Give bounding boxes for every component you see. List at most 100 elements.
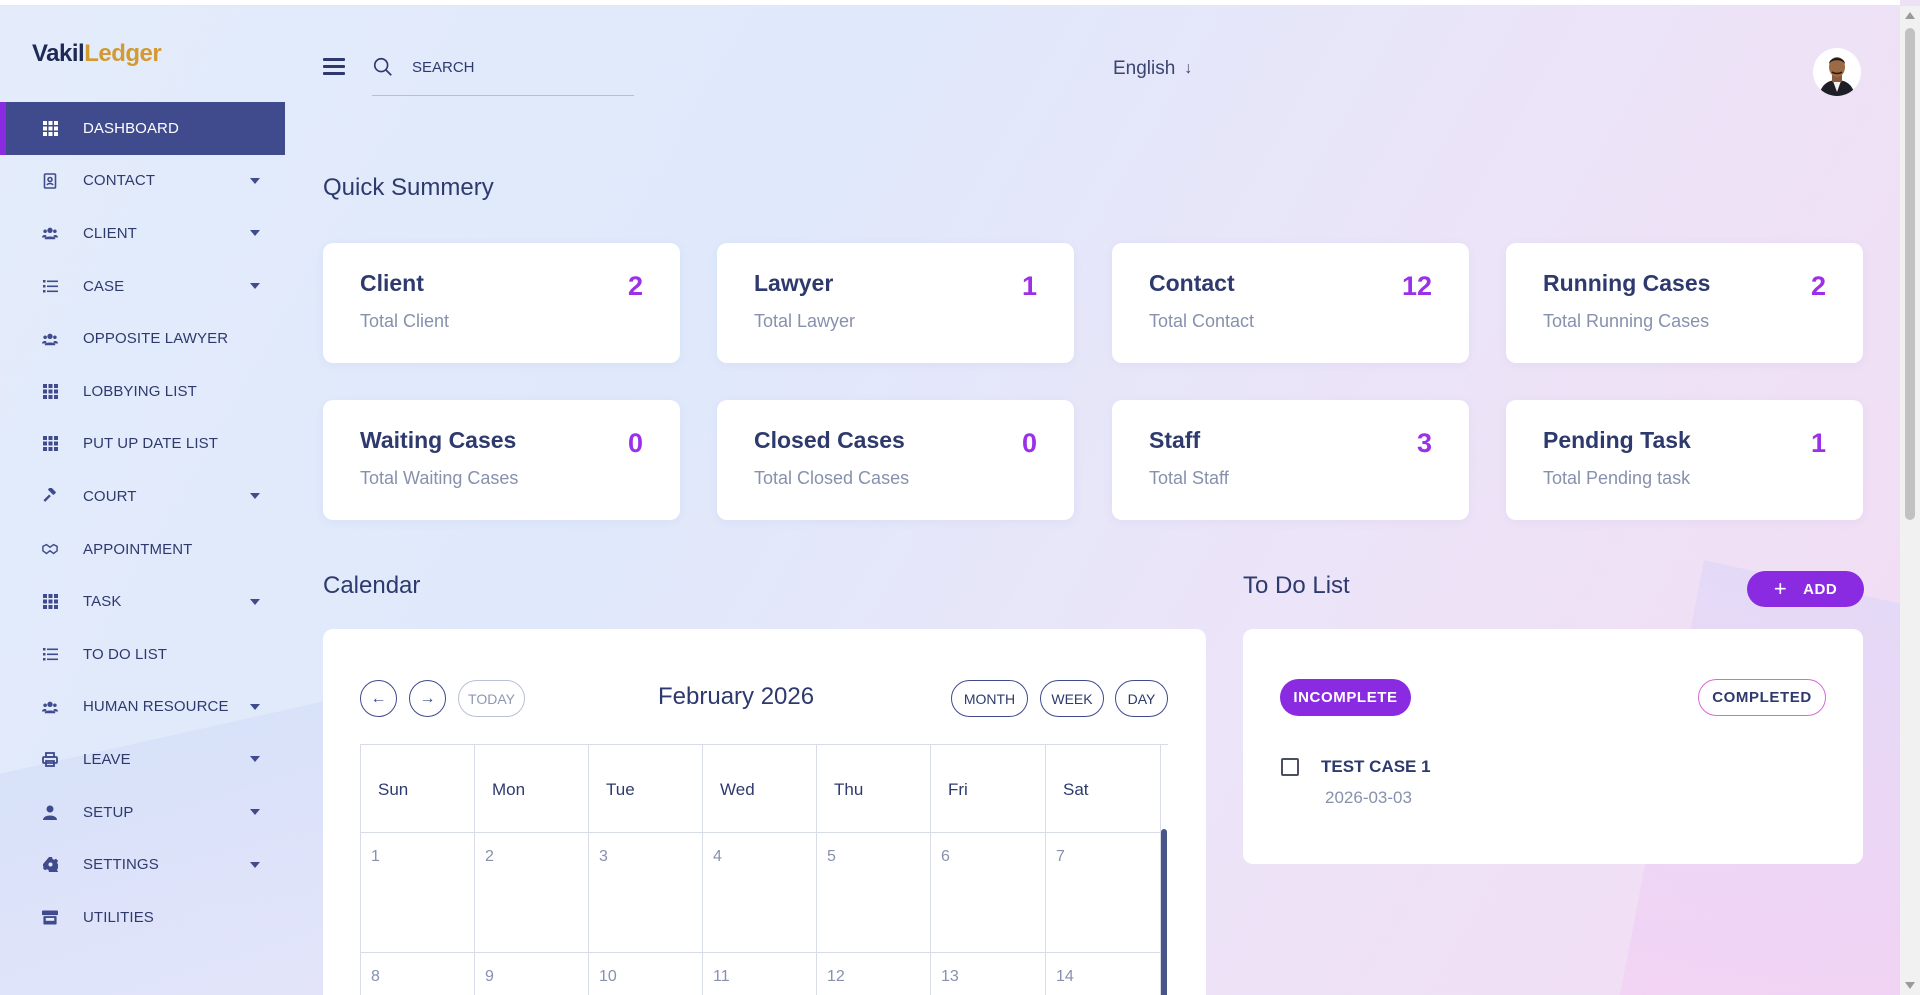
calendar-day[interactable]: 14	[1046, 953, 1161, 995]
card-value: 1	[1810, 428, 1826, 458]
card-value: 1	[1021, 271, 1037, 301]
scrollbar-thumb[interactable]	[1905, 28, 1915, 520]
arrow-right-icon: →	[419, 689, 436, 707]
sidebar-item-label: OPPOSITE LAWYER	[83, 330, 229, 348]
caret-down-icon[interactable]	[250, 493, 260, 500]
next-month-button[interactable]: →	[409, 680, 446, 717]
language-selector[interactable]: English ↓	[1113, 58, 1192, 80]
card-subtitle: Total Closed Cases	[754, 468, 910, 488]
sidebar-item-dashboard[interactable]: DASHBOARD	[0, 102, 285, 155]
summary-card-lawyer[interactable]: Lawyer Total Lawyer 1	[717, 243, 1074, 363]
calendar-day[interactable]: 12	[817, 953, 931, 995]
sidebar-item-appointment[interactable]: APPOINTMENT	[0, 523, 285, 576]
language-label: English	[1113, 58, 1176, 79]
scroll-up-icon[interactable]	[1905, 12, 1915, 19]
sidebar-item-put-up-date-list[interactable]: PUT UP DATE LIST	[0, 418, 285, 471]
sidebar: VakilLedger DASHBOARD CONTACT CLIENT CASE OP…	[0, 6, 285, 995]
sidebar-item-to-do-list[interactable]: TO DO LIST	[0, 628, 285, 681]
browser-top-edge	[0, 0, 1900, 6]
caret-down-icon[interactable]	[250, 809, 260, 816]
search-icon[interactable]	[372, 56, 394, 78]
page-scrollbar[interactable]	[1900, 6, 1920, 995]
weekday-header: Tue	[589, 745, 703, 833]
tab-completed[interactable]: COMPLETED	[1698, 679, 1826, 716]
handshake-icon	[42, 541, 58, 557]
users-icon	[42, 699, 58, 715]
printer-icon	[42, 751, 58, 767]
caret-down-icon[interactable]	[250, 598, 260, 605]
calendar-day[interactable]: 9	[475, 953, 589, 995]
calendar-day[interactable]: 6	[931, 833, 1046, 953]
calendar-day[interactable]: 4	[703, 833, 817, 953]
todo-title: To Do List	[1243, 572, 1350, 599]
calendar-day[interactable]: 7	[1046, 833, 1161, 953]
day-view-button[interactable]: DAY	[1115, 680, 1168, 717]
summary-card-contact[interactable]: Contact Total Contact 12	[1112, 243, 1469, 363]
calendar-scrollbar[interactable]	[1161, 829, 1167, 995]
calendar-day[interactable]: 13	[931, 953, 1046, 995]
calendar-day[interactable]: 8	[361, 953, 475, 995]
sidebar-item-label: UTILITIES	[83, 908, 154, 926]
sidebar-item-lobbying-list[interactable]: LOBBYING LIST	[0, 365, 285, 418]
today-button[interactable]: TODAY	[458, 680, 525, 717]
sidebar-item-setup[interactable]: SETUP	[0, 786, 285, 839]
summary-card-staff[interactable]: Staff Total Staff 3	[1112, 400, 1469, 520]
week-view-button[interactable]: WEEK	[1040, 680, 1104, 717]
brand-logo[interactable]: VakilLedger	[32, 40, 162, 68]
sidebar-item-task[interactable]: TASK	[0, 575, 285, 628]
sidebar-item-label: LEAVE	[83, 750, 131, 768]
calendar-day[interactable]: 5	[817, 833, 931, 953]
weekday-header: Thu	[817, 745, 931, 833]
brand-part-1: Vakil	[32, 40, 85, 67]
calendar-day[interactable]: 2	[475, 833, 589, 953]
card-value: 3	[1416, 428, 1432, 458]
summary-card-waiting-cases[interactable]: Waiting Cases Total Waiting Cases 0	[323, 400, 680, 520]
sidebar-item-court[interactable]: COURT	[0, 470, 285, 523]
gear-icon	[42, 857, 58, 873]
caret-down-icon[interactable]	[250, 703, 260, 710]
calendar-day[interactable]: 10	[589, 953, 703, 995]
card-subtitle: Total Staff	[1149, 468, 1229, 488]
brand-part-2: Ledger	[84, 40, 162, 67]
sidebar-item-contact[interactable]: CONTACT	[0, 155, 285, 208]
sidebar-item-label: SETUP	[83, 803, 134, 821]
avatar[interactable]	[1813, 48, 1861, 96]
scroll-down-icon[interactable]	[1905, 982, 1915, 989]
sidebar-item-settings[interactable]: SETTINGS	[0, 838, 285, 891]
summary-card-client[interactable]: Client Total Client 2	[323, 243, 680, 363]
caret-down-icon[interactable]	[250, 177, 260, 184]
todo-item-date: 2026-03-03	[1325, 788, 1412, 807]
card-title: Running Cases	[1543, 270, 1711, 296]
summary-card-running-cases[interactable]: Running Cases Total Running Cases 2	[1506, 243, 1863, 363]
tab-incomplete[interactable]: INCOMPLETE	[1280, 679, 1411, 716]
calendar-day[interactable]: 3	[589, 833, 703, 953]
caret-down-icon[interactable]	[250, 230, 260, 237]
sidebar-item-opposite-lawyer[interactable]: OPPOSITE LAWYER	[0, 312, 285, 365]
caret-down-icon[interactable]	[250, 756, 260, 763]
sidebar-item-label: PUT UP DATE LIST	[83, 435, 218, 453]
sidebar-item-leave[interactable]: LEAVE	[0, 733, 285, 786]
prev-month-button[interactable]: ←	[360, 680, 397, 717]
todo-checkbox[interactable]	[1281, 758, 1299, 776]
todo-item-title[interactable]: TEST CASE 1	[1321, 757, 1431, 777]
month-view-button[interactable]: MONTH	[951, 680, 1028, 717]
sidebar-item-client[interactable]: CLIENT	[0, 207, 285, 260]
caret-down-icon[interactable]	[250, 283, 260, 290]
calendar-day[interactable]: 1	[361, 833, 475, 953]
summary-card-closed-cases[interactable]: Closed Cases Total Closed Cases 0	[717, 400, 1074, 520]
add-todo-button[interactable]: + ADD	[1747, 571, 1864, 607]
calendar-day[interactable]: 11	[703, 953, 817, 995]
sidebar-item-utilities[interactable]: UTILITIES	[0, 891, 285, 944]
card-title: Closed Cases	[754, 427, 905, 453]
weekday-header: Sun	[361, 745, 475, 833]
search-input[interactable]	[412, 56, 612, 78]
sidebar-item-label: SETTINGS	[83, 856, 159, 874]
grid-icon	[42, 436, 58, 452]
sidebar-item-human-resource[interactable]: HUMAN RESOURCE	[0, 681, 285, 734]
card-subtitle: Total Waiting Cases	[360, 468, 519, 488]
caret-down-icon[interactable]	[250, 861, 260, 868]
menu-toggle-icon[interactable]	[323, 58, 345, 75]
search-bar	[372, 48, 634, 96]
summary-card-pending-task[interactable]: Pending Task Total Pending task 1	[1506, 400, 1863, 520]
sidebar-item-case[interactable]: CASE	[0, 260, 285, 313]
